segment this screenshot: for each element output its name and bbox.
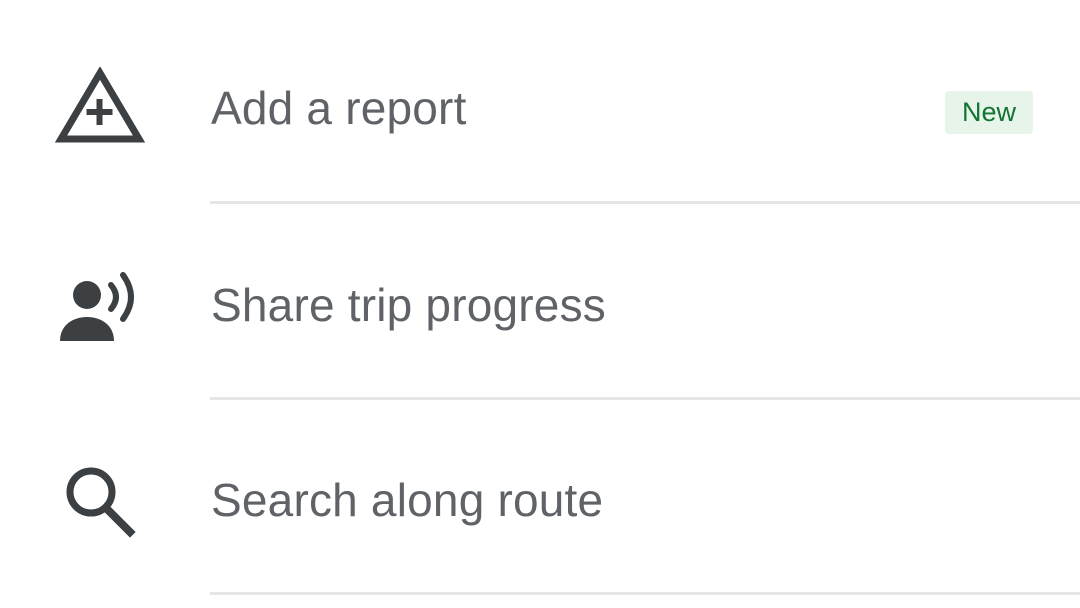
search-icon: [55, 457, 145, 547]
search-along-route-item[interactable]: Search along route: [0, 399, 1080, 595]
divider: [210, 592, 1080, 595]
search-along-route-label: Search along route: [211, 474, 604, 526]
share-trip-person-broadcast-icon: [55, 264, 145, 354]
add-report-warning-icon: [55, 62, 145, 152]
share-trip-progress-label: Share trip progress: [211, 279, 606, 331]
add-report-label: Add a report: [211, 82, 467, 134]
add-report-item[interactable]: Add a report New: [0, 0, 1080, 204]
share-trip-progress-item[interactable]: Share trip progress: [0, 204, 1080, 400]
new-badge: New: [945, 91, 1033, 134]
navigation-options-menu: Add a report New Share trip progress Sea…: [0, 0, 1080, 608]
